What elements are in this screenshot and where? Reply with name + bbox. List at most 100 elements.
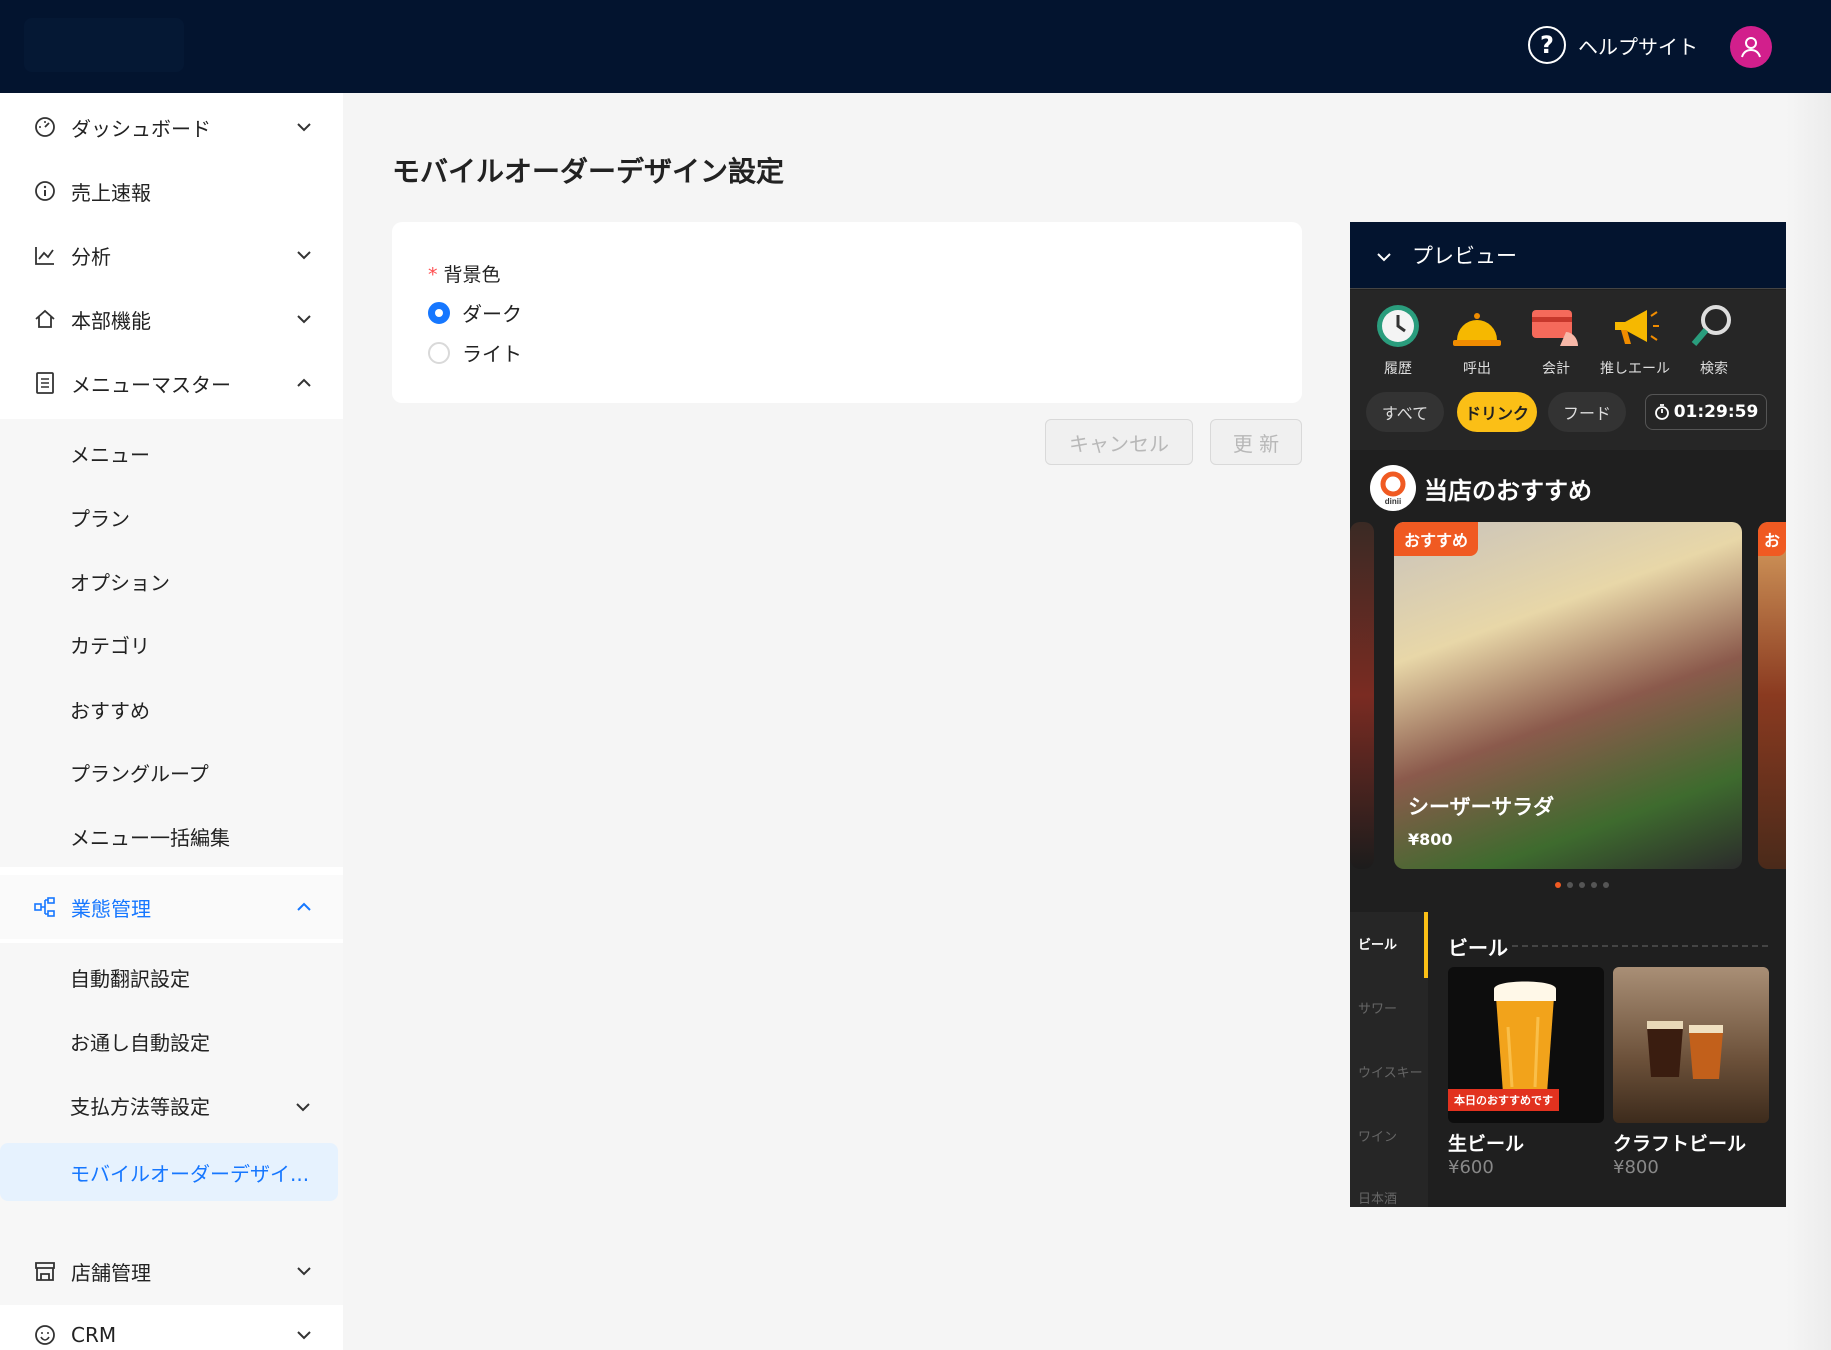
sidebar-item-menu-master[interactable]: メニューマスター	[0, 351, 343, 415]
carousel-dots	[1555, 882, 1609, 888]
sidebar-item-headquarters[interactable]: 本部機能	[0, 287, 343, 351]
sidebar-subitem-label: 支払方法等設定	[70, 1094, 210, 1119]
sidebar-subitem-option[interactable]: オプション	[0, 549, 343, 613]
sidebar-subitem-plan[interactable]: プラン	[0, 485, 343, 549]
chevron-down-icon	[296, 307, 312, 331]
sidebar-subitem-category[interactable]: カテゴリ	[0, 612, 343, 676]
chevron-down-icon	[296, 1259, 312, 1283]
chevron-down-icon	[296, 1323, 312, 1347]
radio-dark[interactable]: ダーク	[428, 298, 522, 327]
tool-call: 呼出	[1437, 300, 1517, 378]
sidebar-subitem-auto-translate[interactable]: 自動翻訳設定	[0, 945, 343, 1009]
sidebar-item-business-type[interactable]: 業態管理	[0, 875, 343, 939]
sidebar-subitem-mobile-order-design[interactable]: モバイルオーダーデザイ...	[0, 1143, 338, 1201]
section-divider	[1512, 945, 1768, 947]
sidebar-subitem-menu-bulk-edit[interactable]: メニュー一括編集	[0, 804, 343, 868]
dinii-logo-icon: dinii	[1370, 465, 1416, 511]
sidebar-subitem-menu[interactable]: メニュー	[0, 421, 343, 485]
product-name: クラフトビール	[1613, 1133, 1747, 1155]
sidebar-item-label: CRM	[71, 1323, 117, 1347]
sidebar-item-label: 店舗管理	[71, 1260, 151, 1285]
chevron-down-icon	[296, 115, 312, 139]
sidebar-item-dashboard[interactable]: ダッシュボード	[0, 95, 343, 159]
sidebar-item-label: ダッシュボード	[71, 116, 211, 141]
category-active-indicator	[1424, 912, 1428, 978]
product-image-draft-beer: 本日のおすすめです	[1448, 967, 1604, 1123]
sidebar-item-label: 業態管理	[71, 896, 151, 921]
list-icon	[33, 371, 57, 395]
stopwatch-icon	[1654, 404, 1669, 420]
radio-light-indicator[interactable]	[428, 341, 450, 364]
tool-cheer: 推しエール	[1595, 300, 1675, 378]
carousel-dot	[1591, 882, 1597, 888]
page-edge	[1786, 93, 1831, 1350]
preview-header[interactable]: プレビュー	[1350, 222, 1786, 289]
svg-text:dinii: dinii	[1385, 497, 1401, 506]
tool-label: 推しエール	[1600, 361, 1670, 377]
sidebar-item-crm[interactable]: CRM	[0, 1303, 343, 1350]
background-color-label: * 背景色	[428, 260, 501, 287]
slide-price: ¥800	[1408, 830, 1453, 849]
tool-search: 検索	[1674, 300, 1754, 378]
tool-history: 履歴	[1358, 300, 1438, 378]
tool-label: 会計	[1542, 361, 1570, 377]
chevron-down-icon	[296, 1093, 310, 1117]
org-icon	[33, 895, 57, 919]
store-icon	[33, 1259, 57, 1283]
sidebar-item-label: 売上速報	[71, 180, 151, 205]
category-sour: サワー	[1358, 1002, 1398, 1017]
radio-light[interactable]: ライト	[428, 338, 522, 367]
slide-prev	[1350, 522, 1374, 869]
sidebar-item-analysis[interactable]: 分析	[0, 223, 343, 287]
sidebar-subitem-plan-group[interactable]: プラングループ	[0, 740, 343, 804]
category-whisky: ウイスキー	[1358, 1066, 1423, 1081]
slide-next: お	[1758, 522, 1786, 869]
product-price: ¥600	[1448, 1157, 1494, 1178]
chip-food: フード	[1548, 392, 1626, 432]
slide-name: シーザーサラダ	[1408, 795, 1555, 819]
carousel-dot	[1555, 882, 1561, 888]
carousel-dot	[1603, 882, 1609, 888]
recommend-badge: おすすめ	[1394, 522, 1479, 556]
bell-icon	[1451, 300, 1503, 352]
app-logo[interactable]	[24, 18, 184, 72]
recommend-title-text: 当店のおすすめ	[1424, 476, 1592, 505]
update-button[interactable]: 更 新	[1210, 419, 1302, 465]
sidebar-subitem-recommend[interactable]: おすすめ	[0, 677, 343, 741]
page-title: モバイルオーダーデザイン設定	[392, 155, 785, 188]
help-site-link[interactable]: ? ヘルプサイト	[1528, 26, 1698, 64]
chip-all: すべて	[1366, 392, 1444, 432]
gauge-icon	[33, 115, 57, 139]
tool-label: 履歴	[1384, 361, 1412, 377]
cancel-button[interactable]: キャンセル	[1045, 419, 1193, 465]
help-icon: ?	[1528, 26, 1566, 64]
tool-label: 呼出	[1463, 361, 1491, 377]
radio-light-label: ライト	[462, 342, 522, 366]
chart-icon	[33, 243, 57, 267]
timer-value: 01:29:59	[1673, 402, 1759, 422]
settings-card: * 背景色 ダーク ライト	[392, 222, 1302, 403]
category-sake: 日本酒	[1358, 1192, 1398, 1207]
sidebar-item-label: メニューマスター	[71, 372, 231, 397]
radio-dark-label: ダーク	[462, 302, 522, 326]
sidebar-subitem-otoshi-auto[interactable]: お通し自動設定	[0, 1009, 343, 1073]
product-image-craft-beer	[1613, 967, 1769, 1123]
clock-icon	[1372, 300, 1424, 352]
sidebar-subitem-payment-settings[interactable]: 支払方法等設定	[0, 1073, 343, 1137]
chevron-down-icon	[296, 243, 312, 267]
sidebar-item-store-management[interactable]: 店舗管理	[0, 1239, 343, 1303]
tool-checkout: 会計	[1516, 300, 1596, 378]
product-price: ¥800	[1613, 1157, 1659, 1178]
product-badge: 本日のおすすめです	[1448, 1089, 1559, 1111]
user-avatar[interactable]	[1730, 26, 1772, 68]
preview-title: プレビュー	[1412, 244, 1517, 268]
card-icon	[1530, 300, 1582, 352]
field-label-text: 背景色	[443, 264, 501, 286]
carousel-dot	[1567, 882, 1573, 888]
radio-dark-indicator[interactable]	[428, 301, 450, 324]
sidebar-item-label: 分析	[71, 244, 111, 269]
slide-caesar-salad: おすすめ シーザーサラダ ¥800	[1394, 522, 1742, 869]
category-sidebar: ビール サワー ウイスキー ワイン 日本酒	[1350, 912, 1428, 1207]
sidebar-item-sales-flash[interactable]: 売上速報	[0, 159, 343, 223]
help-site-label: ヘルプサイト	[1578, 34, 1698, 59]
